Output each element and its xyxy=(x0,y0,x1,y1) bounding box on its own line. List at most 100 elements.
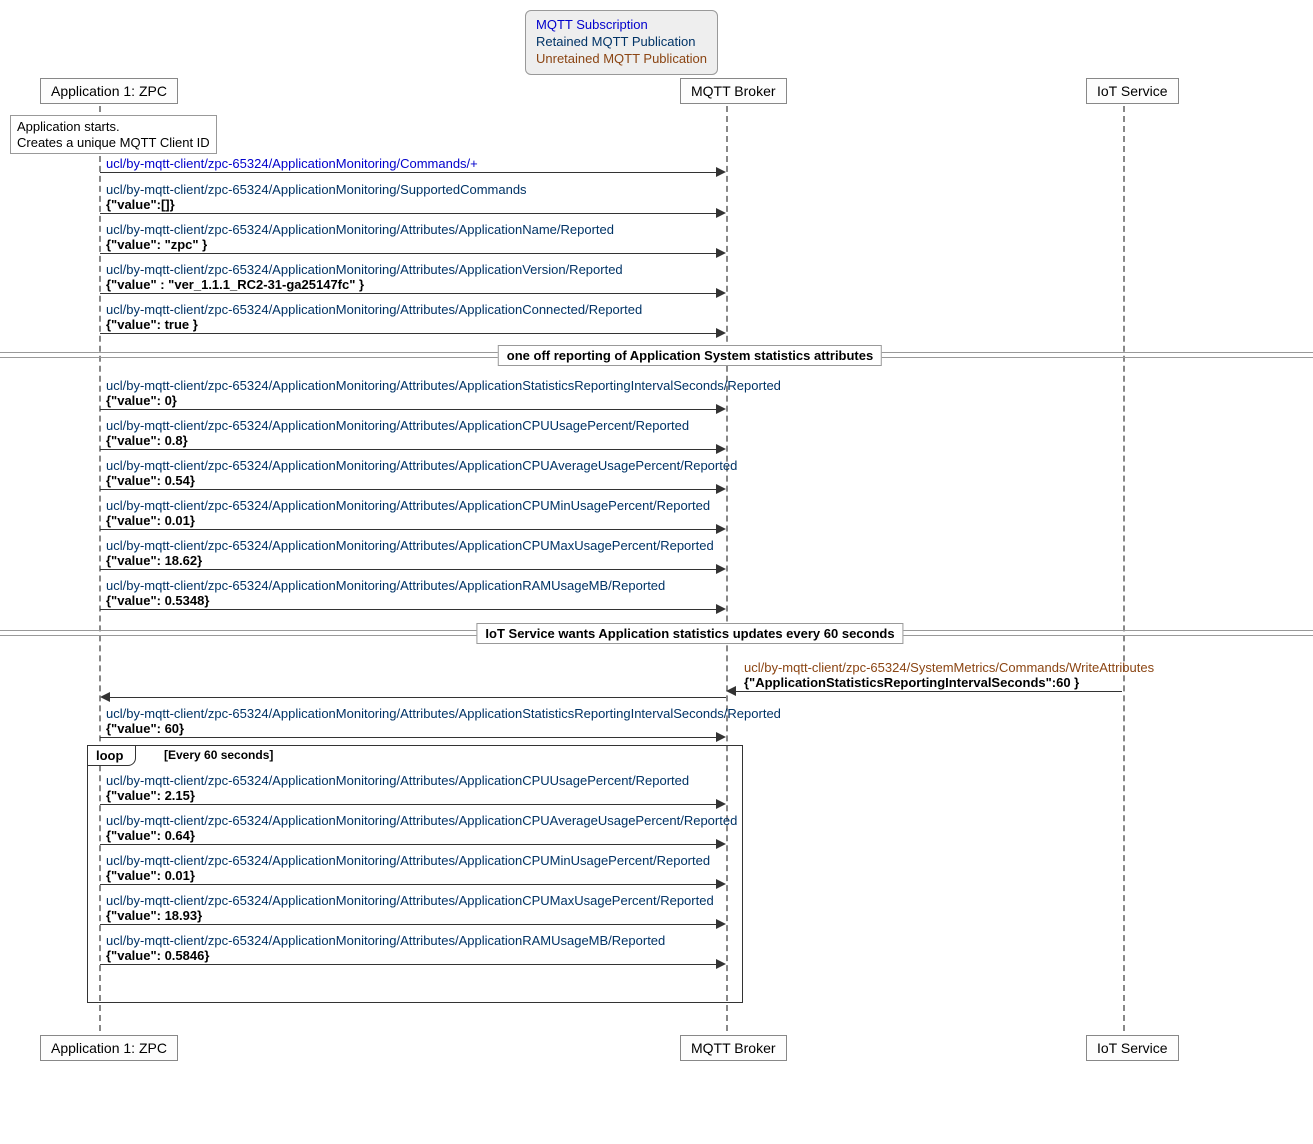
msg-topic: ucl/by-mqtt-client/zpc-65324/Application… xyxy=(106,578,665,593)
arrow-head xyxy=(716,288,726,298)
msg-topic: ucl/by-mqtt-client/zpc-65324/Application… xyxy=(106,182,527,197)
msg-payload: {"value": 0.8} xyxy=(106,433,689,448)
msg-3: ucl/by-mqtt-client/zpc-65324/Application… xyxy=(106,222,614,252)
msg-9: ucl/by-mqtt-client/zpc-65324/Application… xyxy=(106,498,710,528)
arrow-head xyxy=(100,692,110,702)
msg-15: ucl/by-mqtt-client/zpc-65324/Application… xyxy=(106,813,737,843)
arrow xyxy=(100,409,716,410)
participant-app-bottom: Application 1: ZPC xyxy=(40,1035,178,1061)
participant-app-top: Application 1: ZPC xyxy=(40,78,178,104)
arrow xyxy=(100,737,716,738)
arrow-head xyxy=(716,919,726,929)
msg-11: ucl/by-mqtt-client/zpc-65324/Application… xyxy=(106,578,665,608)
msg-5: ucl/by-mqtt-client/zpc-65324/Application… xyxy=(106,302,642,332)
msg-payload: {"value": 0.54} xyxy=(106,473,737,488)
msg-2: ucl/by-mqtt-client/zpc-65324/Application… xyxy=(106,182,527,212)
msg-payload: {"value": 0.01} xyxy=(106,868,710,883)
sequence-diagram: MQTT Subscription Retained MQTT Publicat… xyxy=(0,0,1313,1144)
arrow xyxy=(100,844,716,845)
msg-4: ucl/by-mqtt-client/zpc-65324/Application… xyxy=(106,262,623,292)
arrow-head xyxy=(716,484,726,494)
arrow-head xyxy=(716,208,726,218)
msg-6: ucl/by-mqtt-client/zpc-65324/Application… xyxy=(106,378,781,408)
arrow xyxy=(110,697,726,698)
arrow xyxy=(100,449,716,450)
arrow-head xyxy=(716,444,726,454)
msg-18: ucl/by-mqtt-client/zpc-65324/Application… xyxy=(106,933,665,963)
arrow xyxy=(100,569,716,570)
arrow-head xyxy=(716,732,726,742)
msg-topic: ucl/by-mqtt-client/zpc-65324/Application… xyxy=(106,418,689,433)
msg-1: ucl/by-mqtt-client/zpc-65324/Application… xyxy=(106,156,478,171)
msg-payload: {"value": 60} xyxy=(106,721,781,736)
msg-topic: ucl/by-mqtt-client/zpc-65324/Application… xyxy=(106,853,710,868)
arrow-head xyxy=(716,328,726,338)
msg-topic: ucl/by-mqtt-client/zpc-65324/Application… xyxy=(106,302,642,317)
msg-topic: ucl/by-mqtt-client/zpc-65324/Application… xyxy=(106,378,781,393)
arrow-head xyxy=(726,686,736,696)
arrow xyxy=(100,884,716,885)
msg-payload: {"value": 0} xyxy=(106,393,781,408)
legend-box: MQTT Subscription Retained MQTT Publicat… xyxy=(525,10,718,75)
lifeline-iot xyxy=(1123,106,1125,1031)
msg-topic: ucl/by-mqtt-client/zpc-65324/Application… xyxy=(106,773,689,788)
arrow-head xyxy=(716,564,726,574)
msg-topic: ucl/by-mqtt-client/zpc-65324/Application… xyxy=(106,262,623,277)
participant-broker-bottom: MQTT Broker xyxy=(680,1035,787,1061)
arrow-head xyxy=(716,524,726,534)
msg-topic: ucl/by-mqtt-client/zpc-65324/SystemMetri… xyxy=(744,660,1154,675)
legend-subscription: MQTT Subscription xyxy=(536,17,707,34)
arrow xyxy=(100,964,716,965)
msg-payload: {"value": 0.5846} xyxy=(106,948,665,963)
msg-payload: {"value": "zpc" } xyxy=(106,237,614,252)
note-start: Application starts. Creates a unique MQT… xyxy=(10,115,217,154)
msg-payload: {"value": 0.01} xyxy=(106,513,710,528)
legend-retained: Retained MQTT Publication xyxy=(536,34,707,51)
arrow-head xyxy=(716,799,726,809)
loop-condition: [Every 60 seconds] xyxy=(164,748,273,762)
arrow xyxy=(100,253,716,254)
msg-payload: {"value": 18.62} xyxy=(106,553,714,568)
arrow-head xyxy=(716,879,726,889)
divider-1-label: one off reporting of Application System … xyxy=(498,345,882,366)
arrow xyxy=(100,293,716,294)
participant-iot-bottom: IoT Service xyxy=(1086,1035,1179,1061)
msg-13: ucl/by-mqtt-client/zpc-65324/Application… xyxy=(106,706,781,736)
msg-topic: ucl/by-mqtt-client/zpc-65324/Application… xyxy=(106,156,478,171)
arrow xyxy=(736,691,1122,692)
msg-topic: ucl/by-mqtt-client/zpc-65324/Application… xyxy=(106,222,614,237)
arrow xyxy=(100,529,716,530)
arrow-head xyxy=(716,839,726,849)
msg-topic: ucl/by-mqtt-client/zpc-65324/Application… xyxy=(106,813,737,828)
arrow-head xyxy=(716,404,726,414)
msg-17: ucl/by-mqtt-client/zpc-65324/Application… xyxy=(106,893,714,923)
msg-payload: {"value" : "ver_1.1.1_RC2-31-ga25147fc" … xyxy=(106,277,623,292)
arrow xyxy=(100,172,716,173)
msg-topic: ucl/by-mqtt-client/zpc-65324/Application… xyxy=(106,538,714,553)
msg-topic: ucl/by-mqtt-client/zpc-65324/Application… xyxy=(106,893,714,908)
arrow xyxy=(100,333,716,334)
msg-payload: {"value": 2.15} xyxy=(106,788,689,803)
msg-payload: {"value": 0.64} xyxy=(106,828,737,843)
arrow-head xyxy=(716,959,726,969)
arrow xyxy=(100,489,716,490)
legend-unretained: Unretained MQTT Publication xyxy=(536,51,707,68)
msg-payload: {"value": 0.5348} xyxy=(106,593,665,608)
participant-broker-top: MQTT Broker xyxy=(680,78,787,104)
msg-payload: {"value":[]} xyxy=(106,197,527,212)
msg-payload: {"value": true } xyxy=(106,317,642,332)
divider-2-label: IoT Service wants Application statistics… xyxy=(476,623,903,644)
msg-10: ucl/by-mqtt-client/zpc-65324/Application… xyxy=(106,538,714,568)
arrow xyxy=(100,804,716,805)
msg-7: ucl/by-mqtt-client/zpc-65324/Application… xyxy=(106,418,689,448)
arrow-head xyxy=(716,248,726,258)
msg-8: ucl/by-mqtt-client/zpc-65324/Application… xyxy=(106,458,737,488)
arrow-head xyxy=(716,604,726,614)
msg-12: ucl/by-mqtt-client/zpc-65324/SystemMetri… xyxy=(744,660,1154,690)
arrow xyxy=(100,924,716,925)
msg-topic: ucl/by-mqtt-client/zpc-65324/Application… xyxy=(106,933,665,948)
msg-payload: {"value": 18.93} xyxy=(106,908,714,923)
loop-tag: loop xyxy=(87,745,136,766)
msg-topic: ucl/by-mqtt-client/zpc-65324/Application… xyxy=(106,706,781,721)
arrow xyxy=(100,609,716,610)
